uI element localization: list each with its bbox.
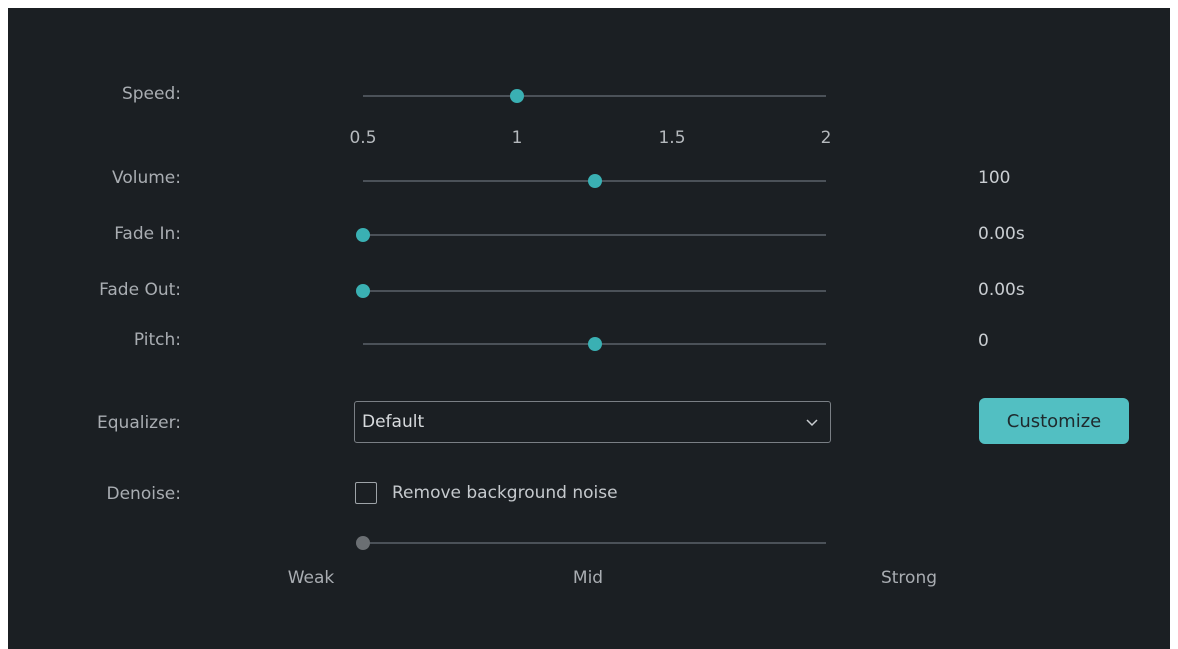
fade-in-slider-handle[interactable] [356, 228, 370, 242]
volume-slider[interactable] [363, 174, 826, 188]
chevron-down-icon [806, 419, 818, 427]
denoise-strength-slider[interactable] [356, 536, 826, 550]
pitch-slider-handle[interactable] [587, 337, 602, 351]
speed-tick-label: 2 [820, 128, 832, 148]
denoise-strong-label: Strong [880, 568, 938, 588]
fade-in-value: 0.00s [978, 224, 1025, 244]
speed-slider[interactable] [363, 89, 826, 103]
remove-background-noise-label[interactable]: Remove background noise [392, 483, 618, 503]
pitch-slider[interactable] [363, 337, 826, 351]
fade-out-label: Fade Out: [99, 280, 181, 300]
denoise-strength-slider-handle[interactable] [356, 536, 370, 550]
denoise-weak-label: Weak [287, 568, 335, 588]
speed-label: Speed: [121, 84, 181, 104]
denoise-label: Denoise: [106, 484, 182, 504]
volume-label: Volume: [112, 168, 181, 188]
pitch-value: 0 [978, 331, 989, 351]
speed-tick-label: 1 [511, 128, 523, 148]
customize-button[interactable]: Customize [979, 398, 1129, 444]
audio-settings-panel: Speed: 0.5 1 1.5 2 Volume: 100 Fade In: … [8, 8, 1170, 649]
equalizer-selected-value: Default [362, 412, 425, 432]
speed-slider-handle[interactable] [510, 89, 525, 103]
speed-tick-label: 1.5 [658, 128, 686, 148]
fade-out-slider[interactable] [356, 284, 826, 298]
fade-out-value: 0.00s [978, 280, 1025, 300]
pitch-label: Pitch: [133, 330, 181, 350]
fade-out-slider-handle[interactable] [356, 284, 370, 298]
volume-slider-handle[interactable] [587, 174, 602, 188]
remove-background-noise-checkbox[interactable] [355, 482, 377, 504]
denoise-mid-label: Mid [572, 568, 604, 588]
volume-value: 100 [978, 168, 1011, 188]
speed-tick-label: 0.5 [349, 128, 377, 148]
equalizer-label: Equalizer: [97, 413, 181, 433]
equalizer-select[interactable]: Default [354, 401, 831, 443]
fade-in-label: Fade In: [114, 224, 181, 244]
fade-in-slider[interactable] [356, 228, 826, 242]
